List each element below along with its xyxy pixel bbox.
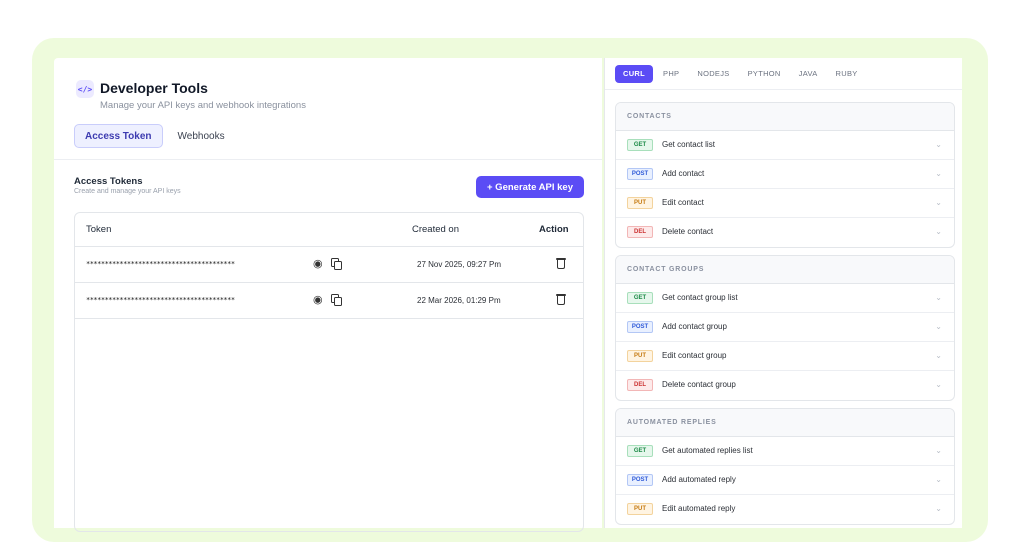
eye-icon[interactable]: ◉ — [313, 294, 325, 306]
chevron-down-icon: ⌄ — [935, 446, 942, 455]
token-value: **************************************** — [86, 296, 235, 304]
chevron-down-icon: ⌄ — [935, 380, 942, 389]
endpoint-label: Edit automated reply — [662, 504, 736, 513]
chevron-down-icon: ⌄ — [935, 322, 942, 331]
tab-lang-curl[interactable]: CURL — [615, 64, 654, 83]
endpoint-item[interactable]: PUT Edit contact ⌄ — [616, 189, 954, 218]
trash-icon[interactable] — [555, 293, 567, 306]
endpoint-label: Add automated reply — [662, 475, 736, 484]
endpoint-item[interactable]: GET Get contact list ⌄ — [616, 131, 954, 160]
endpoint-item[interactable]: PUT Edit contact group ⌄ — [616, 342, 954, 371]
table-header: Token Created on Action — [75, 213, 583, 247]
created-date: 22 Mar 2026, 01:29 Pm — [417, 296, 501, 305]
group-title: CONTACT GROUPS — [616, 256, 954, 284]
method-badge: POST — [627, 168, 653, 180]
tab-lang-java[interactable]: JAVA — [791, 65, 826, 83]
group-title: CONTACTS — [616, 103, 954, 131]
endpoint-group-automated-replies: AUTOMATED REPLIES GET Get automated repl… — [615, 408, 955, 525]
tab-webhooks[interactable]: Webhooks — [167, 124, 236, 148]
group-title: AUTOMATED REPLIES — [616, 409, 954, 437]
method-badge: PUT — [627, 197, 653, 209]
endpoint-label: Get automated replies list — [662, 446, 753, 455]
tab-lang-ruby[interactable]: RUBY — [828, 65, 866, 83]
endpoint-label: Get contact group list — [662, 293, 738, 302]
method-badge: PUT — [627, 503, 653, 515]
tab-lang-nodejs[interactable]: NODEJS — [689, 65, 737, 83]
endpoint-item[interactable]: POST Add contact group ⌄ — [616, 313, 954, 342]
chevron-down-icon: ⌄ — [935, 475, 942, 484]
tab-access-token[interactable]: Access Token — [74, 124, 163, 148]
page-frame: </> Developer Tools Manage your API keys… — [32, 38, 988, 542]
method-badge: GET — [627, 445, 653, 457]
trash-icon[interactable] — [555, 257, 567, 270]
section-title: Access Tokens — [74, 176, 143, 187]
table-row: ****************************************… — [75, 247, 583, 283]
generate-api-key-button[interactable]: + Generate API key — [476, 176, 584, 198]
section-subtitle: Create and manage your API keys — [74, 188, 181, 195]
chevron-down-icon: ⌄ — [935, 140, 942, 149]
chevron-down-icon: ⌄ — [935, 351, 942, 360]
created-date: 27 Nov 2025, 09:27 Pm — [417, 260, 502, 269]
endpoint-item[interactable]: DEL Delete contact group ⌄ — [616, 371, 954, 400]
endpoint-label: Delete contact — [662, 227, 714, 236]
api-reference-panel: CURL PHP NODEJS PYTHON JAVA RUBY CONTACT… — [604, 58, 962, 528]
page-title: Developer Tools — [100, 80, 208, 96]
token-value: **************************************** — [86, 260, 235, 268]
tokens-table: Token Created on Action ****************… — [74, 212, 584, 532]
endpoint-item[interactable]: POST Add automated reply ⌄ — [616, 466, 954, 495]
chevron-down-icon: ⌄ — [935, 169, 942, 178]
endpoint-item[interactable]: POST Add contact ⌄ — [616, 160, 954, 189]
endpoint-label: Add contact group — [662, 322, 727, 331]
tab-lang-python[interactable]: PYTHON — [740, 65, 789, 83]
column-header-token: Token — [86, 224, 112, 235]
method-badge: GET — [627, 139, 653, 151]
developer-tools-panel: </> Developer Tools Manage your API keys… — [54, 58, 602, 532]
chevron-down-icon: ⌄ — [935, 198, 942, 207]
language-tabs: CURL PHP NODEJS PYTHON JAVA RUBY — [605, 58, 962, 90]
endpoint-label: Edit contact — [662, 198, 704, 207]
endpoint-group-contacts: CONTACTS GET Get contact list ⌄ POST Add… — [615, 102, 955, 248]
eye-icon[interactable]: ◉ — [313, 258, 325, 270]
column-header-action: Action — [539, 224, 569, 235]
copy-icon[interactable] — [331, 258, 343, 270]
method-badge: POST — [627, 321, 653, 333]
column-header-created: Created on — [412, 224, 460, 235]
chevron-down-icon: ⌄ — [935, 293, 942, 302]
endpoint-item[interactable]: DEL Delete contact ⌄ — [616, 218, 954, 247]
method-badge: GET — [627, 292, 653, 304]
code-icon: </> — [76, 80, 94, 98]
tab-bar: Access Token Webhooks — [74, 124, 236, 148]
endpoint-item[interactable]: GET Get automated replies list ⌄ — [616, 437, 954, 466]
endpoint-item[interactable]: GET Get contact group list ⌄ — [616, 284, 954, 313]
tab-lang-php[interactable]: PHP — [655, 65, 687, 83]
method-badge: POST — [627, 474, 653, 486]
endpoint-group-contact-groups: CONTACT GROUPS GET Get contact group lis… — [615, 255, 955, 401]
method-badge: DEL — [627, 226, 653, 238]
chevron-down-icon: ⌄ — [935, 227, 942, 236]
endpoint-label: Add contact — [662, 169, 705, 178]
method-badge: DEL — [627, 379, 653, 391]
chevron-down-icon: ⌄ — [935, 504, 942, 513]
endpoint-label: Get contact list — [662, 140, 715, 149]
endpoint-label: Edit contact group — [662, 351, 727, 360]
method-badge: PUT — [627, 350, 653, 362]
panel-header: </> Developer Tools Manage your API keys… — [54, 58, 602, 160]
endpoint-item[interactable]: PUT Edit automated reply ⌄ — [616, 495, 954, 524]
endpoint-label: Delete contact group — [662, 380, 736, 389]
copy-icon[interactable] — [331, 294, 343, 306]
table-row: ****************************************… — [75, 283, 583, 319]
page-subtitle: Manage your API keys and webhook integra… — [100, 100, 306, 111]
